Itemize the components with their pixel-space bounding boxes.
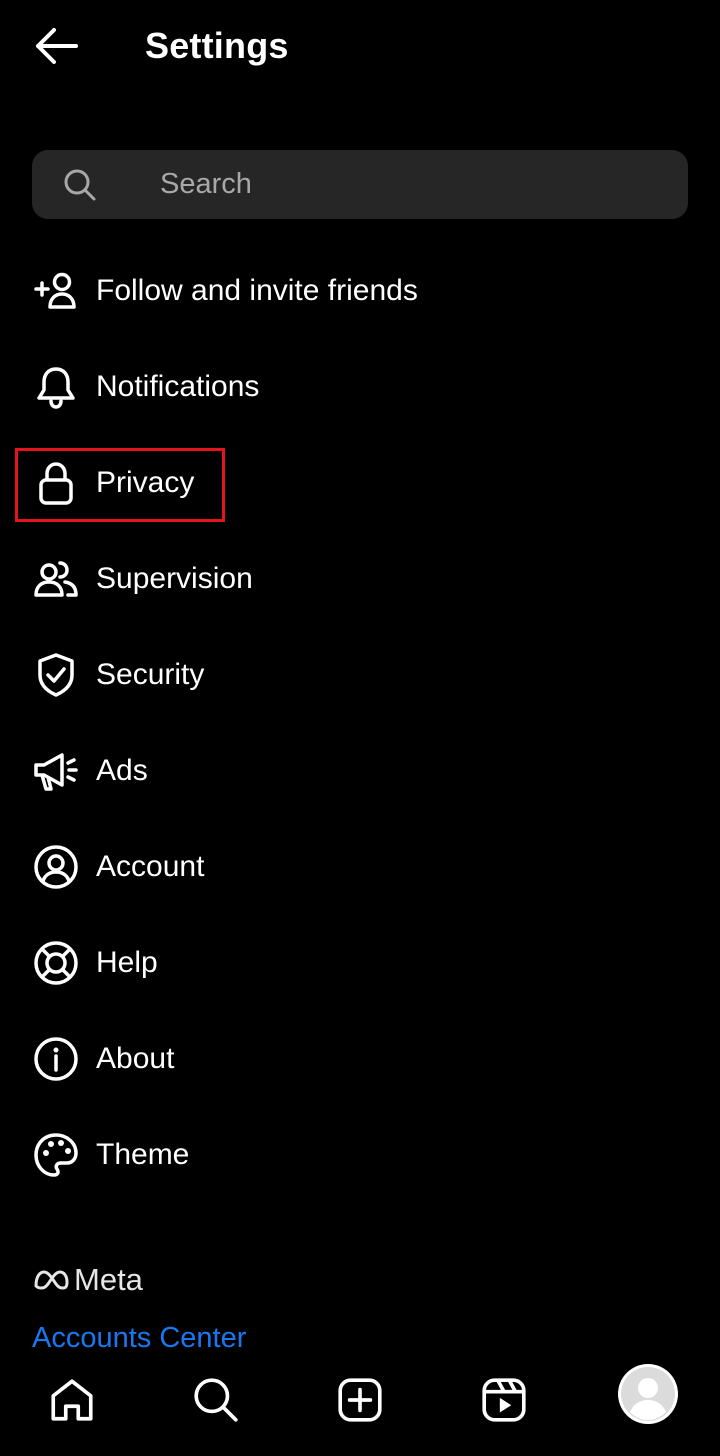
meta-brand-label: Meta <box>74 1262 143 1297</box>
menu-item-about[interactable]: About <box>0 1011 720 1107</box>
menu-item-label: Help <box>96 946 158 979</box>
settings-menu: Follow and invite friends Notifications … <box>0 243 720 1203</box>
palette-icon <box>32 1131 80 1179</box>
add-person-icon <box>32 267 80 315</box>
bell-icon <box>32 363 80 411</box>
menu-item-label: Supervision <box>96 562 253 595</box>
create-icon <box>338 1378 382 1422</box>
people-icon <box>32 555 80 603</box>
user-circle-icon <box>32 843 80 891</box>
meta-brand: Meta <box>32 1262 143 1298</box>
menu-item-label: Follow and invite friends <box>96 274 418 307</box>
shield-check-icon <box>32 651 80 699</box>
back-button[interactable] <box>28 22 84 70</box>
menu-item-label: Security <box>96 658 205 691</box>
menu-item-label: Notifications <box>96 370 260 403</box>
menu-item-security[interactable]: Security <box>0 627 720 723</box>
menu-item-ads[interactable]: Ads <box>0 723 720 819</box>
header: Settings <box>0 0 720 92</box>
menu-item-theme[interactable]: Theme <box>0 1107 720 1203</box>
lifebuoy-icon <box>32 939 80 987</box>
settings-screen: Settings Follow and invite friends <box>0 0 720 1456</box>
nav-reels-button[interactable] <box>474 1370 534 1430</box>
menu-item-account[interactable]: Account <box>0 819 720 915</box>
nav-profile-avatar[interactable] <box>618 1364 678 1424</box>
nav-search-button[interactable] <box>186 1370 246 1430</box>
reels-icon <box>482 1378 526 1422</box>
menu-item-notifications[interactable]: Notifications <box>0 339 720 435</box>
menu-item-help[interactable]: Help <box>0 915 720 1011</box>
search-bar[interactable] <box>32 150 688 219</box>
nav-create-button[interactable] <box>330 1370 390 1430</box>
menu-item-supervision[interactable]: Supervision <box>0 531 720 627</box>
menu-item-follow-invite[interactable]: Follow and invite friends <box>0 243 720 339</box>
page-title: Settings <box>145 25 289 66</box>
bottom-navigation <box>0 1350 720 1456</box>
info-icon <box>32 1035 80 1083</box>
menu-item-label: Account <box>96 850 205 883</box>
home-icon <box>51 1379 93 1421</box>
profile-avatar-icon <box>621 1367 675 1421</box>
nav-home-button[interactable] <box>42 1370 102 1430</box>
megaphone-icon <box>32 747 80 795</box>
arrow-left-icon <box>36 28 78 64</box>
meta-logo-icon <box>34 1270 69 1290</box>
search-icon <box>194 1378 238 1422</box>
menu-item-label: Theme <box>96 1138 190 1171</box>
menu-item-label: About <box>96 1042 175 1075</box>
menu-item-label: Ads <box>96 754 148 787</box>
search-input[interactable] <box>160 150 660 219</box>
search-icon <box>64 169 96 201</box>
privacy-highlight-box <box>15 448 225 522</box>
